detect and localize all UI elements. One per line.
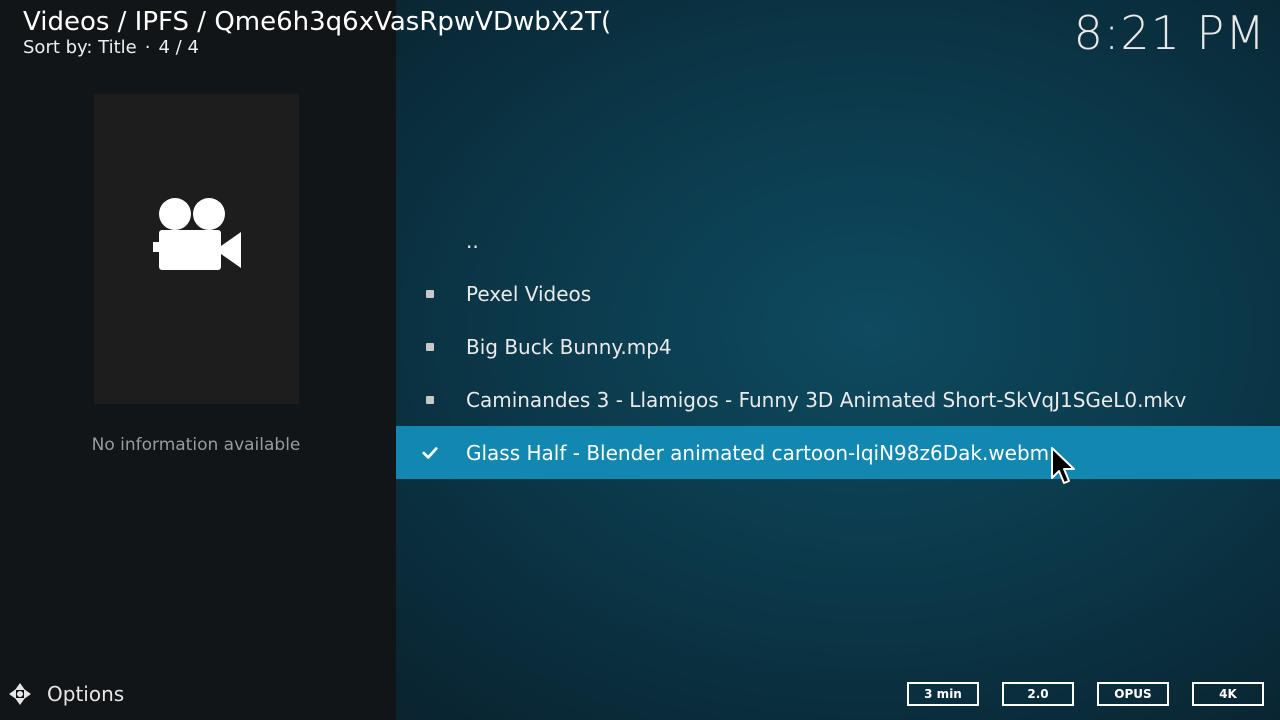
- list-item-selected[interactable]: Glass Half - Blender animated cartoon-lq…: [396, 426, 1280, 479]
- mouse-pointer-icon: [1051, 447, 1075, 484]
- list-item[interactable]: Big Buck Bunny.mp4: [396, 320, 1280, 373]
- audio-channels-badge: 2.0: [1002, 682, 1074, 706]
- separator: ·: [144, 37, 151, 58]
- list-item-label: Big Buck Bunny.mp4: [466, 334, 672, 359]
- media-flags: 3 min 2.0 OPUS 4K: [884, 682, 1264, 706]
- video-camera-icon: [152, 198, 241, 270]
- bullet-icon: [422, 286, 438, 302]
- list-item[interactable]: Caminandes 3 - Llamigos - Funny 3D Anima…: [396, 373, 1280, 426]
- sort-info: Sort by: Title · 4 / 4: [23, 37, 199, 59]
- options-button[interactable]: Options: [8, 680, 124, 708]
- bullet-icon: [422, 339, 438, 355]
- list-item-parent[interactable]: ..: [396, 214, 1280, 267]
- breadcrumb: Videos / IPFS / Qme6h3q6xVasRpwVDwbX2T(: [23, 7, 612, 37]
- list-item-folder[interactable]: Pexel Videos: [396, 267, 1280, 320]
- clock: 8:21 PM: [1073, 6, 1266, 60]
- list-item-label: Pexel Videos: [466, 281, 592, 306]
- duration-badge: 3 min: [907, 682, 979, 706]
- check-icon: [422, 445, 438, 461]
- file-list: .. Pexel Videos Big Buck Bunny.mp4 Camin…: [396, 214, 1280, 479]
- list-item-label: Caminandes 3 - Llamigos - Funny 3D Anima…: [466, 387, 1187, 412]
- options-label: Options: [47, 682, 125, 706]
- list-item-label: ..: [466, 228, 479, 253]
- thumbnail: [94, 94, 299, 404]
- item-count: 4 / 4: [158, 37, 199, 58]
- list-item-label: Glass Half - Blender animated cartoon-lq…: [466, 440, 1050, 465]
- sort-label[interactable]: Sort by: Title: [23, 37, 137, 58]
- no-info-text: No information available: [91, 435, 301, 455]
- options-arrows-icon: [9, 683, 31, 705]
- resolution-badge: 4K: [1192, 682, 1264, 706]
- audio-codec-badge: OPUS: [1097, 682, 1169, 706]
- bullet-icon: [422, 392, 438, 408]
